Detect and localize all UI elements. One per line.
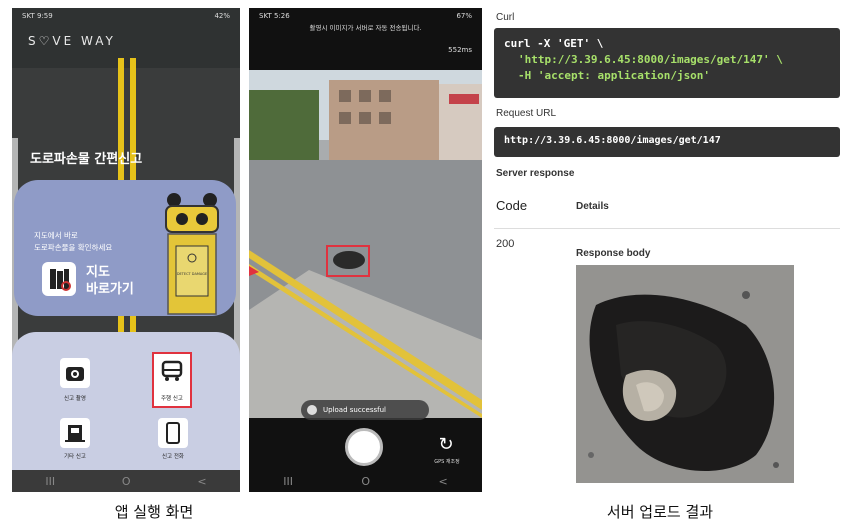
phone-icon [166,422,180,444]
menu-label-call: 신고 전화 [162,454,184,460]
card-text-line-1: 지도에서 바로 [34,231,78,240]
menu-label-other: 기타 신고 [64,454,86,460]
map-shortcut-label-1: 지도 [86,265,110,280]
building-icon [65,425,85,442]
status-battery: 42% [214,12,230,20]
map-shortcut-button[interactable]: 지도 바로가기 [86,264,134,298]
response-body-label: Response body [576,248,651,259]
response-code: 200 [496,238,515,250]
status-time: SKT 5:26 [259,12,290,20]
camera-icon [66,367,84,381]
cloud-upload-icon [307,405,317,415]
robot-sign: DETECT DAMAGE [176,272,208,276]
android-nav-bar: III O < [12,470,240,492]
request-url-value[interactable]: http://3.39.6.45:8000/images/get/147 [494,127,840,157]
map-shortcut-label-2: 바로가기 [86,282,134,297]
camera-preview [249,70,482,418]
code-column-header: Code [496,198,528,213]
uploaded-pothole-image [576,265,794,483]
auto-upload-notice: 촬영시 이미지가 서버로 자동 전송됩니다. [309,24,422,32]
report-other-button[interactable] [60,418,90,448]
curl-code-block: curl -X 'GET' \ 'http://3.39.6.45:8000/i… [494,28,840,98]
headline: 도로파손물 간편신고 [30,152,143,167]
refresh-icon[interactable]: ↻ [435,434,457,456]
divider [494,228,840,229]
car-icon [161,360,183,381]
status-battery: 67% [456,12,472,20]
curl-line-3: -H 'accept: application/json' [518,69,711,82]
map-icon[interactable] [42,262,76,296]
report-driving-button[interactable]: 주행 신고 [152,352,192,408]
menu-label-photo: 신고 촬영 [64,396,86,402]
card-text-line-2: 도로파손물을 확인하세요 [34,243,113,252]
robot-mascot-icon [165,193,219,315]
card-text: 지도에서 바로 도로파손물을 확인하세요 [34,230,112,254]
recents-button[interactable]: III [45,475,55,488]
menu-label-driving: 주행 신고 [161,396,183,402]
home-button[interactable]: O [361,475,370,488]
gps-recalibrate-label: GPS 재조정 [434,459,460,465]
map-card[interactable]: 지도에서 바로 도로파손물을 확인하세요 지도 바로가기 DETECT DAMA… [14,180,236,316]
status-bar: SKT 9:59 42% [12,8,240,24]
report-menu: 신고 촬영 주행 신고 기타 신고 신고 전화 [12,332,240,472]
recents-button[interactable]: III [283,475,293,488]
app-logo: S♡VE WAY [28,34,116,48]
caption-app: 앱 실행 화면 [114,503,194,521]
upload-toast-text: Upload successful [323,406,386,414]
server-response-panel: Curl curl -X 'GET' \ 'http://3.39.6.45:8… [490,8,844,492]
phone-app-home: SKT 9:59 42% S♡VE WAY 도로파손물 간편신고 지도에서 바로… [12,8,240,492]
report-photo-button[interactable] [60,358,90,388]
caption-server: 서버 업로드 결과 [606,503,714,521]
latency-readout: 552ms [448,46,472,54]
home-button[interactable]: O [122,475,131,488]
shutter-button[interactable] [345,428,383,466]
android-nav-bar: III O < [249,470,482,492]
curl-line-2: 'http://3.39.6.45:8000/images/get/147' \ [518,53,783,66]
back-button[interactable]: < [197,475,206,488]
status-time: SKT 9:59 [22,12,53,20]
upload-toast: Upload successful [301,400,429,420]
report-call-button[interactable] [158,418,188,448]
server-response-label: Server response [496,168,575,179]
request-url-label: Request URL [496,108,557,119]
phone-camera-view: SKT 5:26 67% 촬영시 이미지가 서버로 자동 전송됩니다. 552m… [249,8,482,492]
curl-line-1: curl -X 'GET' \ [504,37,604,50]
back-button[interactable]: < [439,475,448,488]
curl-label: Curl [496,12,515,23]
details-column-header: Details [576,201,609,212]
